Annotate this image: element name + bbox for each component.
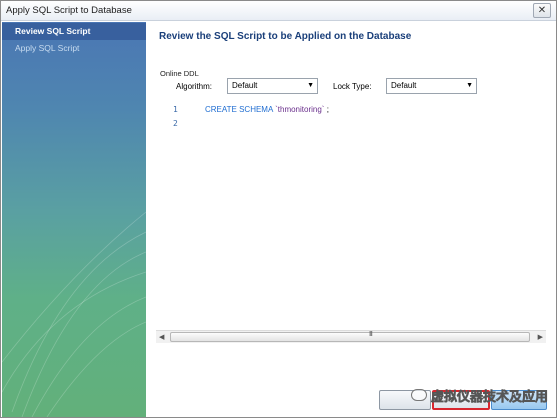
sidebar-item-apply-sql-script[interactable]: Apply SQL Script xyxy=(2,40,146,57)
algorithm-select[interactable]: Default ▼ xyxy=(227,78,318,94)
lock-type-value: Default xyxy=(391,81,417,90)
chevron-down-icon: ▼ xyxy=(466,82,473,89)
sql-script-editor[interactable]: 1 2 CREATE SCHEMA `thmonitoring` ; xyxy=(156,99,546,344)
lock-type-select[interactable]: Default ▼ xyxy=(386,78,477,94)
scrollbar-grip: III xyxy=(369,331,373,338)
apply-sql-dialog: Apply SQL Script to Database ✕ Review SQ… xyxy=(0,0,557,418)
sql-schema-name: `thmonitoring` xyxy=(275,105,325,114)
algorithm-label: Algorithm: xyxy=(176,82,213,91)
watermark-text: 虚拟仪器技术及应用 xyxy=(431,389,549,405)
algorithm-value: Default xyxy=(232,81,258,90)
title-bar: Apply SQL Script to Database ✕ xyxy=(1,1,556,21)
scroll-left-icon[interactable]: ◀ xyxy=(159,333,164,341)
wizard-sidebar: Review SQL Script Apply SQL Script xyxy=(2,22,146,417)
sidebar-item-review-sql-script[interactable]: Review SQL Script xyxy=(2,23,146,40)
close-button[interactable]: ✕ xyxy=(533,3,551,18)
wechat-logo-icon xyxy=(411,389,427,401)
line-number: 2 xyxy=(173,119,178,128)
scroll-right-icon[interactable]: ▶ xyxy=(538,333,543,341)
horizontal-scrollbar[interactable]: ◀ III ▶ xyxy=(156,330,546,343)
code-line: CREATE SCHEMA `thmonitoring` ; xyxy=(205,105,329,114)
sql-terminator: ; xyxy=(326,105,329,114)
close-icon: ✕ xyxy=(537,5,547,16)
line-number: 1 xyxy=(173,105,178,114)
chevron-down-icon: ▼ xyxy=(307,82,314,89)
online-ddl-label: Online DDL xyxy=(160,69,199,78)
page-title: Review the SQL Script to be Applied on t… xyxy=(159,31,412,42)
sql-keyword: CREATE SCHEMA xyxy=(205,105,273,114)
lock-type-label: Lock Type: xyxy=(333,82,372,91)
sidebar-decoration xyxy=(2,211,146,417)
window-title: Apply SQL Script to Database xyxy=(6,5,132,16)
scrollbar-thumb[interactable]: III xyxy=(170,331,530,342)
